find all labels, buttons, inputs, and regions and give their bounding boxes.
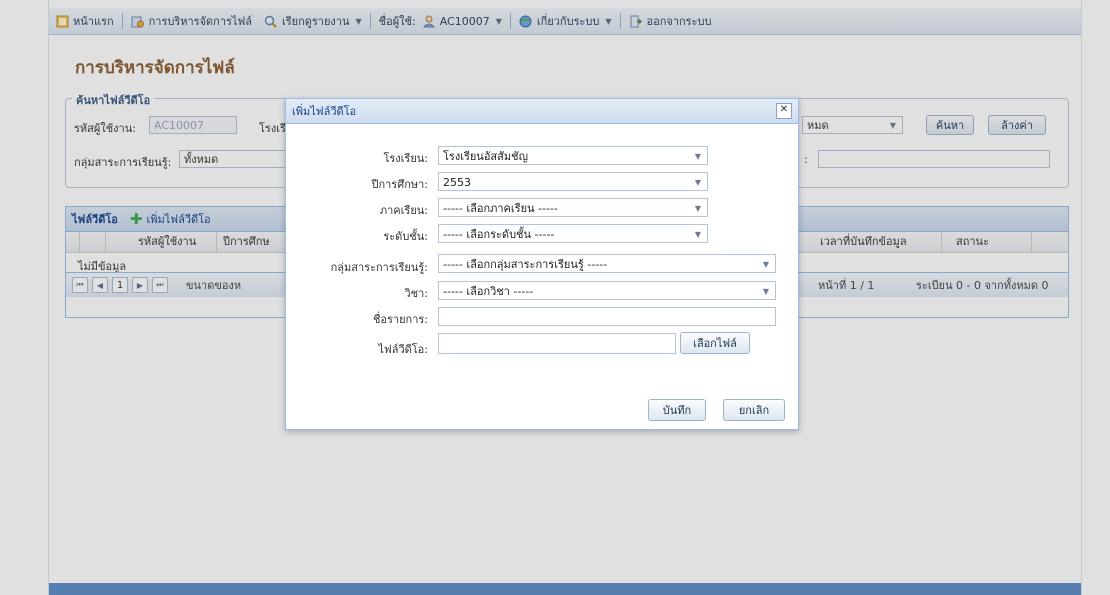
cancel-button[interactable]: ยกเลิก bbox=[723, 399, 785, 421]
academic-year-value: 2553 bbox=[443, 176, 471, 189]
browse-file-button[interactable]: เลือกไฟล์ bbox=[680, 332, 750, 354]
grade-level-value: ----- เลือกระดับชั้น ----- bbox=[443, 228, 555, 241]
video-file-label: ไฟล์วีดีโอ: bbox=[378, 343, 428, 356]
grade-level-label: ระดับชั้น: bbox=[383, 230, 428, 243]
subject-select[interactable]: ----- เลือกวิชา ----- ▼ bbox=[438, 281, 776, 300]
item-name-label: ชื่อรายการ: bbox=[372, 313, 428, 326]
school-select[interactable]: โรงเรียนอัสสัมชัญ ▼ bbox=[438, 146, 708, 165]
dialog-header: เพิ่มไฟล์วีดีโอ ✕ bbox=[286, 99, 798, 124]
video-file-input[interactable] bbox=[438, 333, 676, 354]
school-value: โรงเรียนอัสสัมชัญ bbox=[443, 150, 528, 163]
dialog-title: เพิ่มไฟล์วีดีโอ bbox=[292, 105, 357, 118]
term-label: ภาคเรียน: bbox=[379, 204, 428, 217]
subject-group-select[interactable]: ----- เลือกกลุ่มสาระการเรียนรู้ ----- ▼ bbox=[438, 254, 776, 273]
add-video-dialog: เพิ่มไฟล์วีดีโอ ✕ โรงเรียน: โรงเรียนอัสส… bbox=[285, 98, 799, 430]
chevron-down-icon: ▼ bbox=[694, 178, 701, 187]
chevron-down-icon: ▼ bbox=[694, 230, 701, 239]
item-name-input[interactable] bbox=[438, 307, 776, 326]
term-select[interactable]: ----- เลือกภาคเรียน ----- ▼ bbox=[438, 198, 708, 217]
subject-value: ----- เลือกวิชา ----- bbox=[443, 285, 534, 298]
subject-label: วิชา: bbox=[404, 287, 428, 300]
grade-level-select[interactable]: ----- เลือกระดับชั้น ----- ▼ bbox=[438, 224, 708, 243]
save-button[interactable]: บันทึก bbox=[648, 399, 706, 421]
chevron-down-icon: ▼ bbox=[762, 260, 769, 269]
chevron-down-icon: ▼ bbox=[694, 152, 701, 161]
academic-year-label: ปีการศึกษา: bbox=[371, 178, 428, 191]
subject-group-label: กลุ่มสาระการเรียนรู้: bbox=[330, 261, 428, 274]
term-value: ----- เลือกภาคเรียน ----- bbox=[443, 202, 558, 215]
academic-year-select[interactable]: 2553 ▼ bbox=[438, 172, 708, 191]
chevron-down-icon: ▼ bbox=[694, 204, 701, 213]
subject-group-value: ----- เลือกกลุ่มสาระการเรียนรู้ ----- bbox=[443, 258, 608, 271]
chevron-down-icon: ▼ bbox=[762, 287, 769, 296]
school-label: โรงเรียน: bbox=[383, 152, 428, 165]
close-icon[interactable]: ✕ bbox=[776, 103, 792, 119]
